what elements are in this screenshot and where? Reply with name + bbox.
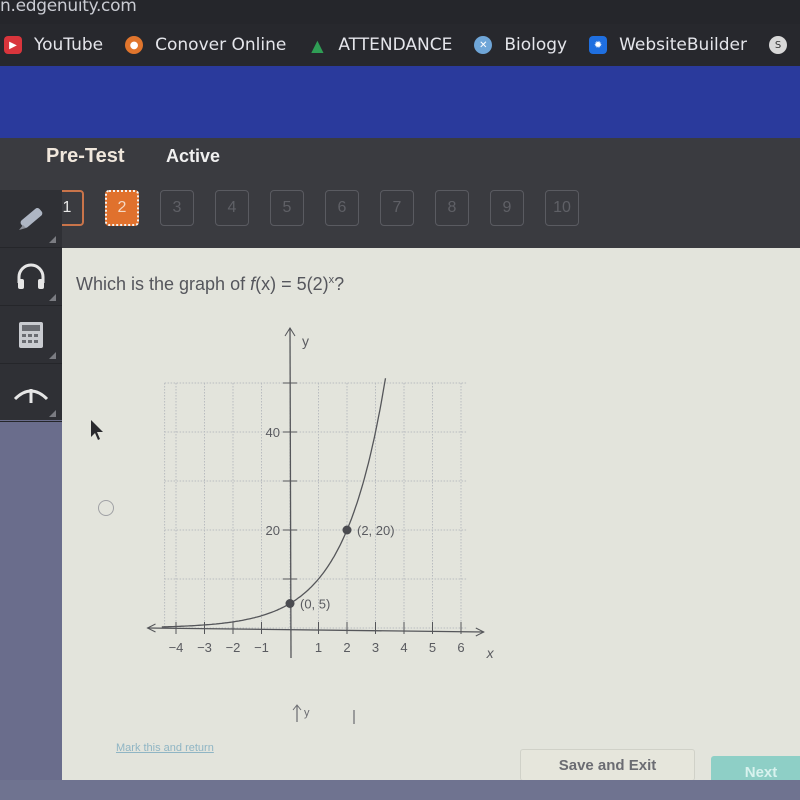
x-tick-label: 1 (315, 640, 322, 655)
question-2-button[interactable]: 2 (105, 190, 139, 226)
data-point (285, 599, 295, 608)
question-navigator: 1 2 3 4 5 6 7 8 9 10 (50, 190, 600, 226)
tool-pencil[interactable] (0, 190, 62, 248)
bookmark-hom[interactable]: SHom (769, 35, 800, 55)
x-tick-label: 6 (457, 640, 464, 655)
x-axis (147, 627, 484, 633)
expand-triangle (49, 236, 56, 243)
mouse-cursor-icon (91, 420, 103, 440)
question-3-button: 3 (160, 190, 194, 226)
x-tick-label: 4 (400, 640, 407, 655)
y-tick-label: 40 (266, 425, 280, 440)
x-tick-label: −1 (254, 640, 269, 655)
x-axis-label: x (486, 645, 495, 661)
gear-icon: ✹ (589, 36, 608, 54)
x-tick-label: −4 (169, 640, 184, 655)
next-graph-y-label: y (304, 707, 310, 719)
bookmark-biology[interactable]: ✕ Biology (474, 35, 567, 55)
tools-sidebar (0, 190, 62, 422)
url-text[interactable]: n.edgenuity.com (0, 0, 137, 16)
bookmark-label: Conover Online (155, 35, 287, 55)
bottom-edge (0, 780, 800, 800)
bookmarks-bar: ▶ YouTube ● Conover Online ▲ ATTENDANCE ✕ Biolo… (0, 24, 800, 66)
mark-and-return-link[interactable]: Mark this and return (116, 742, 214, 754)
x-tick-label: 3 (372, 640, 379, 655)
bookmark-label: ATTENDANCE (338, 35, 453, 55)
bookmark-label: WebsiteBuilder (619, 35, 747, 55)
x-tick-label: −3 (197, 640, 212, 655)
save-and-exit-button[interactable]: Save and Exit (520, 749, 695, 781)
address-bar[interactable]: n.edgenuity.com (0, 0, 800, 24)
bookmark-conover-online[interactable]: ● Conover Online (125, 35, 286, 55)
point-label: (0, 5) (300, 597, 330, 612)
page-title: Pre-Test (46, 145, 125, 167)
bookmark-attendance[interactable]: ▲ ATTENDANCE (308, 35, 452, 55)
question-6-button: 6 (325, 190, 359, 226)
question-8-button: 8 (435, 190, 469, 226)
function-curve (161, 378, 387, 628)
arrow-up-icon (13, 388, 49, 403)
x-tick-label: 2 (343, 640, 350, 655)
expand-triangle (49, 294, 56, 301)
google-drive-icon: ▲ (311, 35, 324, 55)
headphones-icon (17, 263, 45, 289)
bookmark-websitebuilder[interactable]: ✹ WebsiteBuilder (589, 35, 747, 55)
tool-calculator[interactable] (0, 306, 62, 364)
expand-triangle (49, 410, 56, 417)
data-point (342, 525, 352, 535)
pencil-icon (19, 207, 43, 230)
question-10-button: 10 (545, 190, 579, 226)
x-tick-label: −2 (226, 640, 241, 655)
screen: n.edgenuity.com ▶ YouTube ● Conover Online ▲… (0, 0, 800, 800)
question-5-button: 5 (270, 190, 304, 226)
y-tick-label: 20 (266, 523, 280, 538)
bookmark-youtube[interactable]: ▶ YouTube (4, 35, 103, 55)
question-7-button: 7 (380, 190, 414, 226)
bookmark-label: YouTube (34, 35, 104, 55)
person-head-icon: ● (125, 36, 144, 54)
question-text: Which is the graph of f(x) = 5(2)x? (76, 274, 345, 294)
y-axis-label: y (302, 333, 309, 349)
question-4-button: 4 (215, 190, 249, 226)
answer-radio[interactable] (98, 500, 114, 516)
tool-headphones[interactable] (0, 248, 62, 306)
molecule-icon: ✕ (474, 36, 493, 54)
tool-collapse[interactable] (0, 364, 62, 422)
header-band (0, 66, 800, 138)
globe-icon: S (769, 36, 787, 54)
bookmark-label: Biology (504, 35, 568, 55)
point-label: (2, 20) (357, 523, 395, 538)
calculator-icon (19, 321, 43, 348)
status-label: Active (166, 146, 221, 166)
expand-triangle (49, 352, 56, 359)
answer-graph: y x −4 −3 −2 −1 1 2 3 4 5 6 20 40 (0, 5) (2, 20) y (146, 327, 495, 724)
question-9-button: 9 (490, 190, 524, 226)
youtube-icon: ▶ (4, 36, 22, 54)
x-tick-label: 5 (429, 640, 436, 655)
